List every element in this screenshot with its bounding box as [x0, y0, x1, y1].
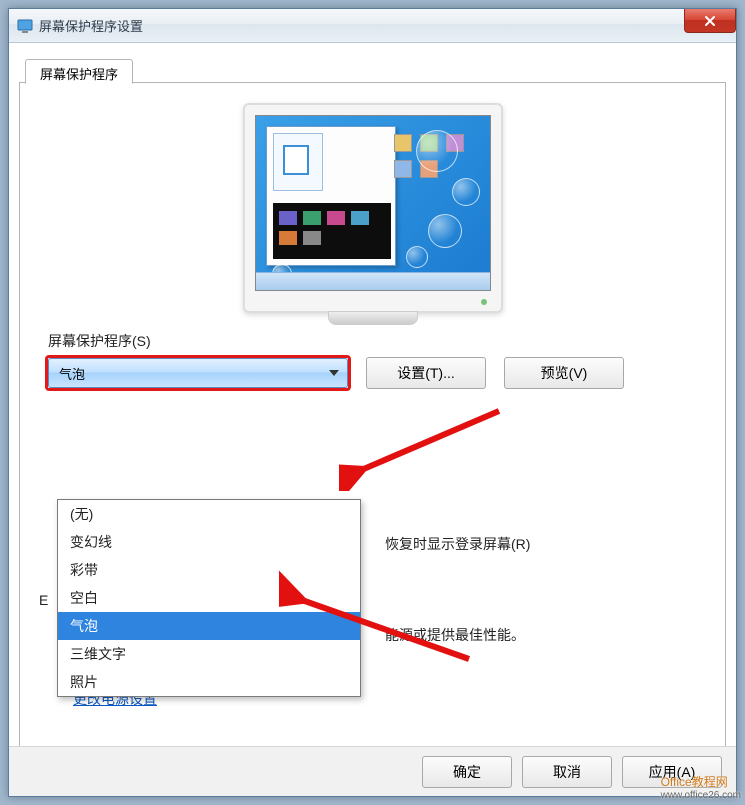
titlebar: 屏幕保护程序设置 [9, 9, 736, 43]
combo-selected-text: 气泡 [59, 364, 85, 383]
dialog-button-bar: 确定 取消 应用(A) [9, 746, 736, 796]
controls-row: 气泡 设置(T)... 预览(V) [48, 357, 697, 389]
preview-button-label: 预览(V) [541, 365, 588, 381]
monitor-preview [243, 103, 503, 313]
resume-checkbox-label: 恢复时显示登录屏幕(R) [385, 534, 530, 554]
settings-button-label: 设置(T)... [397, 365, 455, 381]
dropdown-item[interactable]: 气泡 [58, 612, 360, 640]
cancel-button[interactable]: 取消 [522, 756, 612, 788]
monitor-led-icon [481, 299, 487, 305]
energy-text-fragment: 能源或提供最佳性能。 [385, 625, 525, 645]
dropdown-item[interactable]: 三维文字 [58, 640, 360, 668]
letter-e-fragment: E [39, 592, 48, 608]
screensaver-section-label: 屏幕保护程序(S) [48, 331, 697, 351]
preview-desktop-window [266, 126, 396, 266]
watermark-line2: www.office26.com [661, 790, 741, 801]
watermark: Office教程网 www.office26.com [661, 773, 741, 801]
ok-button-label: 确定 [453, 764, 481, 780]
watermark-line1: Office教程网 [661, 775, 728, 789]
monitor-screen [255, 115, 491, 291]
monitor-preview-wrap [48, 103, 697, 313]
close-icon [704, 15, 716, 27]
dropdown-item[interactable]: 照片 [58, 668, 360, 696]
window-title: 屏幕保护程序设置 [39, 16, 143, 35]
screensaver-combo[interactable]: 气泡 [48, 358, 348, 388]
preview-button[interactable]: 预览(V) [504, 357, 624, 389]
close-button[interactable] [684, 9, 736, 33]
dropdown-item[interactable]: (无) [58, 500, 360, 528]
dropdown-item[interactable]: 变幻线 [58, 528, 360, 556]
screensaver-dropdown-list[interactable]: (无)变幻线彩带空白气泡三维文字照片 [57, 499, 361, 697]
ok-button[interactable]: 确定 [422, 756, 512, 788]
window-icon [17, 18, 33, 34]
screensaver-settings-window: 屏幕保护程序设置 屏幕保护程序 [8, 8, 737, 797]
highlight-rectangle [45, 355, 351, 391]
chevron-down-icon [329, 370, 339, 376]
tab-screensaver[interactable]: 屏幕保护程序 [25, 59, 133, 84]
dropdown-item[interactable]: 彩带 [58, 556, 360, 584]
settings-button[interactable]: 设置(T)... [366, 357, 486, 389]
tab-label: 屏幕保护程序 [40, 67, 118, 82]
tab-header: 屏幕保护程序 [19, 53, 726, 83]
dropdown-item[interactable]: 空白 [58, 584, 360, 612]
cancel-button-label: 取消 [553, 764, 581, 780]
